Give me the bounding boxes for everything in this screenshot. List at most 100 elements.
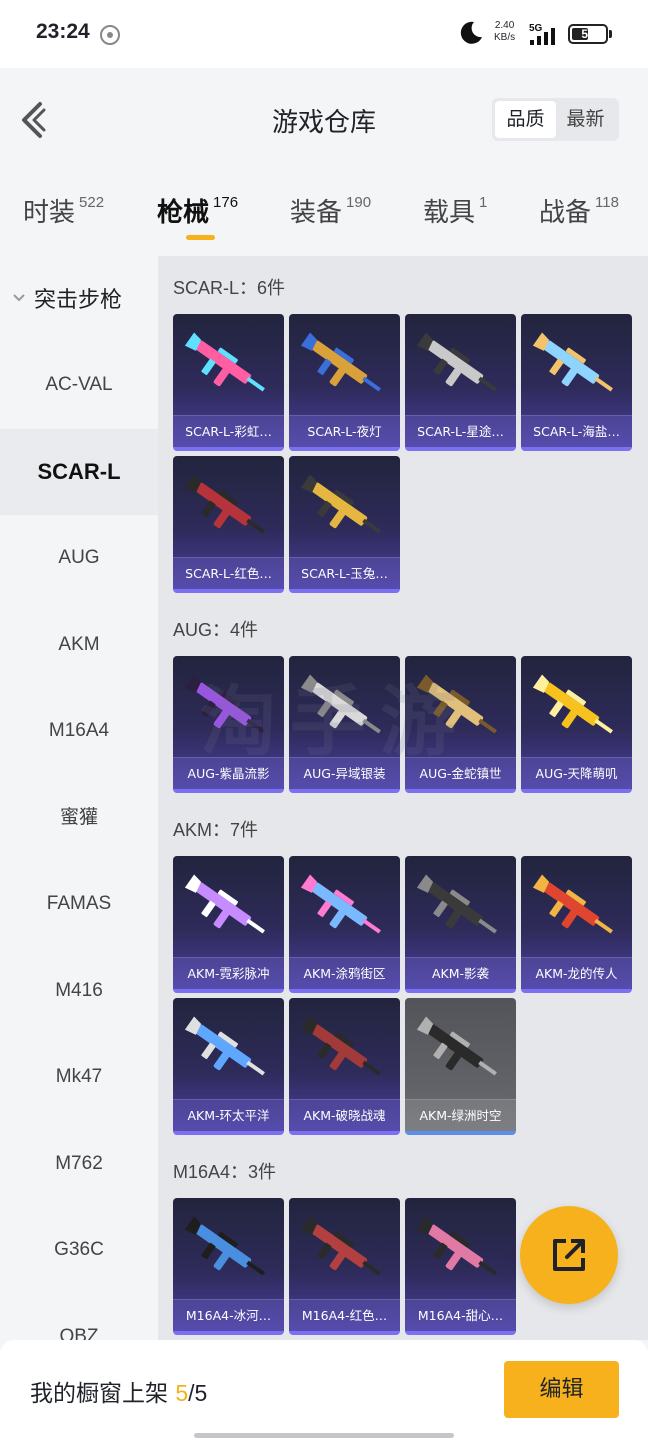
sidebar-item[interactable]: FAMAS — [0, 861, 158, 947]
sidebar-item[interactable]: M416 — [0, 948, 158, 1034]
skin-card[interactable]: SCAR-L-玉兔… — [289, 456, 400, 593]
sidebar-item[interactable]: SCAR-L — [0, 428, 158, 515]
skin-card[interactable]: AKM-龙的传人 — [521, 856, 632, 993]
tab-count: 190 — [346, 194, 372, 211]
skin-card[interactable]: AUG-紫晶流影 — [173, 656, 284, 793]
rifle-icon — [532, 674, 613, 734]
signal-icon: 5G — [529, 23, 555, 45]
sidebar-item[interactable]: M16A4 — [0, 688, 158, 774]
tab-count: 522 — [79, 194, 105, 211]
skin-card[interactable]: SCAR-L-彩虹… — [173, 314, 284, 451]
category-label: 突击步枪 — [34, 288, 123, 313]
sidebar-item[interactable]: 蜜獾 — [0, 775, 158, 861]
tab-label: 枪械 — [157, 198, 210, 228]
rifle-icon — [184, 874, 265, 934]
skin-card[interactable]: AUG-异域银装 — [289, 656, 400, 793]
moon-icon — [460, 21, 482, 44]
skin-name: AUG-天降萌叽 — [521, 757, 632, 789]
rifle-icon — [300, 474, 381, 534]
showcase-count: 5 — [175, 1380, 189, 1406]
sort-quality-button[interactable]: 品质 — [495, 101, 556, 138]
section-title: AKM：7件 — [173, 820, 259, 840]
item-grid: SCAR-L：6件 SCAR-L-彩虹… SCAR-L-夜灯 SCAR-L-星途… SC… — [158, 256, 648, 1340]
skin-name: AUG-紫晶流影 — [173, 757, 284, 789]
tab-label: 时装 — [23, 198, 76, 228]
skin-name: AKM-环太平洋 — [173, 1099, 284, 1131]
skin-name: AUG-金蛇镇世 — [405, 757, 516, 789]
skin-card[interactable]: SCAR-L-红色… — [173, 456, 284, 593]
rifle-icon — [300, 674, 381, 734]
tab-equipment[interactable]: 装备 190 — [290, 192, 371, 229]
category-header-assault-rifles[interactable]: 突击步枪 — [12, 282, 122, 314]
battery-icon: 50 — [568, 24, 612, 44]
sort-toggle: 品质 最新 — [492, 98, 619, 141]
section-title: M16A4：3件 — [173, 1162, 277, 1182]
rifle-icon — [184, 674, 265, 734]
tab-fashion[interactable]: 时装 522 — [23, 192, 104, 229]
net-speed-value: 2.40 — [494, 20, 515, 31]
skin-card[interactable]: AKM-霓彩脉冲 — [173, 856, 284, 993]
home-indicator — [194, 1433, 454, 1438]
share-button[interactable] — [520, 1206, 618, 1304]
bottom-bar: 我的橱窗上架 5/5 编辑 — [0, 1340, 648, 1440]
rifle-icon — [300, 874, 381, 934]
sidebar-item[interactable]: AUG — [0, 515, 158, 601]
section-title: SCAR-L：6件 — [173, 278, 286, 298]
skin-card[interactable]: AKM-影袭 — [405, 856, 516, 993]
skin-name: AKM-绿洲时空 — [405, 1099, 516, 1131]
sidebar-item[interactable]: G36C — [0, 1207, 158, 1293]
skin-name: SCAR-L-海盐… — [521, 415, 632, 447]
skin-card[interactable]: AKM-破晓战魂 — [289, 998, 400, 1135]
skin-card[interactable]: AUG-金蛇镇世 — [405, 656, 516, 793]
sort-newest-button[interactable]: 最新 — [555, 101, 616, 138]
skin-card[interactable]: SCAR-L-星途… — [405, 314, 516, 451]
rifle-icon — [416, 874, 497, 934]
skin-card[interactable]: M16A4-红色… — [289, 1198, 400, 1335]
share-icon — [553, 1239, 585, 1271]
skin-name: AKM-龙的传人 — [521, 957, 632, 989]
battery-level: 50 — [581, 27, 595, 41]
showcase-total: /5 — [188, 1380, 208, 1406]
tab-guns[interactable]: 枪械 176 — [157, 192, 238, 229]
sidebar-item[interactable]: QBZ — [0, 1294, 158, 1341]
tab-count: 118 — [595, 194, 619, 211]
status-bar: 23:24 2.40 KB/s 5G 50 — [0, 0, 648, 68]
skin-card[interactable]: AKM-绿洲时空 — [405, 998, 516, 1135]
network-type: 5G — [529, 23, 543, 34]
skin-name: AUG-异域银装 — [289, 757, 400, 789]
skin-card[interactable]: SCAR-L-海盐… — [521, 314, 632, 451]
rifle-icon — [300, 1216, 381, 1276]
notification-icon — [100, 25, 120, 45]
sidebar-item[interactable]: AKM — [0, 602, 158, 688]
skin-card[interactable]: SCAR-L-夜灯 — [289, 314, 400, 451]
skin-card[interactable]: AKM-环太平洋 — [173, 998, 284, 1135]
skin-name: SCAR-L-夜灯 — [289, 415, 400, 447]
rifle-icon — [300, 332, 381, 392]
net-speed-unit: KB/s — [494, 32, 516, 43]
sidebar-item[interactable]: Mk47 — [0, 1034, 158, 1120]
skin-name: M16A4-冰河… — [173, 1299, 284, 1331]
sidebar-item[interactable]: M762 — [0, 1121, 158, 1207]
sidebar-item[interactable]: AC-VAL — [0, 342, 158, 428]
header: 游戏仓库 品质 最新 — [0, 68, 648, 174]
skin-card[interactable]: AKM-涂鸦街区 — [289, 856, 400, 993]
tab-supplies[interactable]: 战备 118 — [539, 192, 619, 229]
skin-card[interactable]: M16A4-冰河… — [173, 1198, 284, 1335]
skin-name: SCAR-L-玉兔… — [289, 557, 400, 589]
skin-name: SCAR-L-红色… — [173, 557, 284, 589]
rifle-icon — [300, 1016, 381, 1076]
tab-label: 载具 — [423, 198, 476, 228]
skin-card[interactable]: AUG-天降萌叽 — [521, 656, 632, 793]
rifle-icon — [532, 874, 613, 934]
showcase-label: 我的橱窗上架 — [30, 1381, 168, 1407]
rifle-icon — [184, 1216, 265, 1276]
showcase-status: 我的橱窗上架 5/5 — [30, 1374, 207, 1408]
skin-name: AKM-破晓战魂 — [289, 1099, 400, 1131]
skin-card[interactable]: M16A4-甜心… — [405, 1198, 516, 1335]
net-speed: 2.40 KB/s — [494, 20, 515, 44]
edit-button[interactable]: 编辑 — [504, 1361, 619, 1418]
skin-name: M16A4-红色… — [289, 1299, 400, 1331]
tab-vehicles[interactable]: 载具 1 — [423, 192, 487, 229]
skin-name: AKM-霓彩脉冲 — [173, 957, 284, 989]
rifle-icon — [184, 474, 265, 534]
